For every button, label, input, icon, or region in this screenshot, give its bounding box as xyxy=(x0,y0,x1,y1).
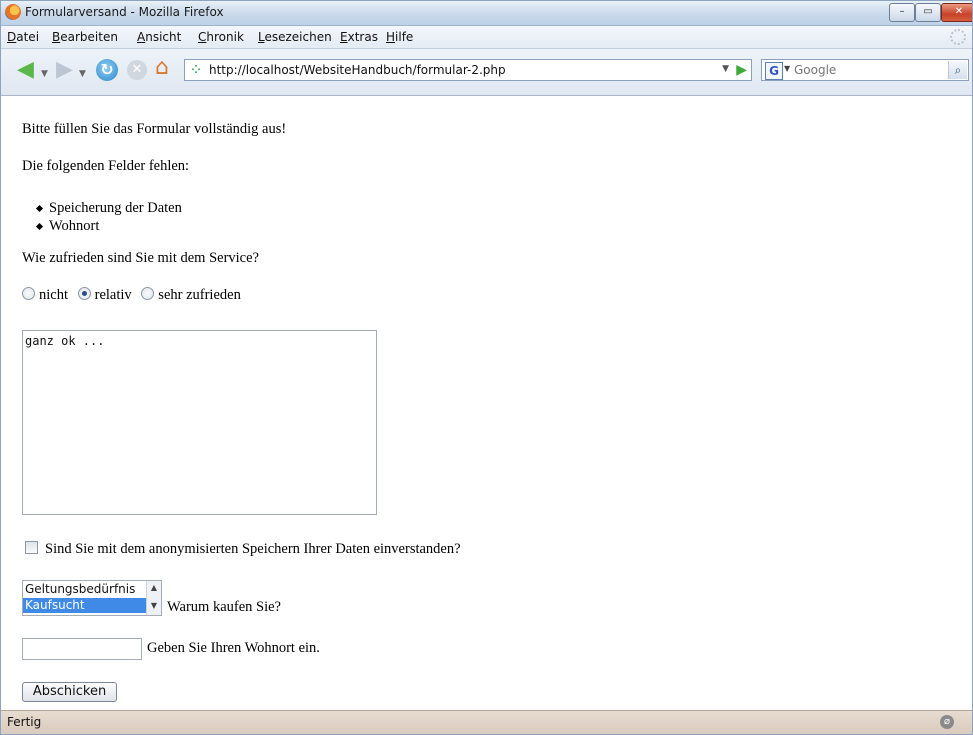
comment-textarea[interactable]: ganz ok ... xyxy=(22,330,377,515)
radio-nicht[interactable] xyxy=(22,287,35,300)
url-text[interactable]: http://localhost/WebsiteHandbuch/formula… xyxy=(209,63,506,77)
reload-icon[interactable]: ↻ xyxy=(96,59,118,81)
search-icon[interactable]: ⌕ xyxy=(948,61,967,79)
status-text: Fertig xyxy=(7,715,42,729)
menu-datei[interactable]: Datei xyxy=(7,30,39,44)
satisfaction-question: Wie zufrieden sind Sie mit dem Service? xyxy=(22,250,259,266)
window-title: Formularversand - Mozilla Firefox xyxy=(25,5,224,19)
maximize-button[interactable]: ▭ xyxy=(915,3,941,22)
title-bar: Formularversand - Mozilla Firefox – ▭ ✕ xyxy=(1,1,972,26)
satisfaction-radio-group: nicht relativ sehr zufrieden xyxy=(22,286,247,304)
reason-label: Warum kaufen Sie? xyxy=(167,599,281,615)
listbox-scrollbar[interactable]: ▲ ▼ xyxy=(146,581,161,615)
radio-label-nicht: nicht xyxy=(39,287,68,303)
close-button[interactable]: ✕ xyxy=(941,3,972,22)
missing-fields-list: Speicherung der Daten Wohnort xyxy=(37,199,182,235)
menu-ansicht[interactable]: Ansicht xyxy=(137,30,181,44)
list-item: Speicherung der Daten xyxy=(37,199,182,217)
search-bar: G ▼ ⌕ xyxy=(761,59,969,81)
radio-sehr-zufrieden[interactable] xyxy=(141,287,155,300)
submit-button[interactable]: Abschicken xyxy=(22,682,117,702)
forward-history-dropdown-icon[interactable]: ▼ xyxy=(79,63,86,85)
search-engine-dropdown-icon[interactable]: ▼ xyxy=(784,64,790,73)
firefox-logo-icon xyxy=(5,4,21,20)
scroll-down-icon[interactable]: ▼ xyxy=(147,601,161,610)
site-favicon-icon: ⁘ xyxy=(189,63,203,77)
go-icon[interactable]: ▶ xyxy=(736,62,747,78)
page-content: Bitte füllen Sie das Formular vollständi… xyxy=(1,96,972,710)
browser-window: Formularversand - Mozilla Firefox – ▭ ✕ … xyxy=(0,0,973,735)
throbber-icon xyxy=(950,29,966,45)
consent-label: Sind Sie mit dem anonymisierten Speicher… xyxy=(45,541,461,557)
menu-bearbeiten[interactable]: Bearbeiten xyxy=(52,30,118,44)
navigation-toolbar: ◀ ▼ ▶ ▼ ↻ ✕ ⌂ ⁘ http://localhost/Website… xyxy=(1,49,972,96)
home-icon[interactable]: ⌂ xyxy=(155,57,169,79)
consent-checkbox[interactable] xyxy=(25,541,38,554)
stop-icon[interactable]: ✕ xyxy=(127,60,147,80)
reason-listbox[interactable]: Geltungsbedürfnis Kaufsucht ▲ ▼ xyxy=(22,580,162,616)
minimize-button[interactable]: – xyxy=(889,3,915,22)
status-bar: Fertig ⌀ xyxy=(1,710,972,734)
consent-row: Sind Sie mit dem anonymisierten Speicher… xyxy=(25,540,461,558)
list-item: Wohnort xyxy=(37,217,182,235)
back-icon[interactable]: ◀ xyxy=(17,59,34,81)
url-history-dropdown-icon[interactable]: ▼ xyxy=(722,64,729,74)
radio-label-sehr-zufrieden: sehr zufrieden xyxy=(158,287,241,303)
listbox-option[interactable]: Geltungsbedürfnis xyxy=(23,582,147,597)
forward-icon[interactable]: ▶ xyxy=(56,59,73,81)
radio-label-relativ: relativ xyxy=(94,287,132,303)
back-history-dropdown-icon[interactable]: ▼ xyxy=(41,63,48,85)
search-engine-icon[interactable]: G xyxy=(765,62,783,80)
scroll-up-icon[interactable]: ▲ xyxy=(147,583,161,592)
city-label: Geben Sie Ihren Wohnort ein. xyxy=(147,640,320,656)
intro-text: Bitte füllen Sie das Formular vollständi… xyxy=(22,121,287,137)
menu-lesezeichen[interactable]: Lesezeichen xyxy=(258,30,332,44)
menu-chronik[interactable]: Chronik xyxy=(198,30,244,44)
search-input[interactable] xyxy=(794,63,934,77)
menu-bar: Datei Bearbeiten Ansicht Chronik Lesezei… xyxy=(1,26,972,49)
listbox-option-selected[interactable]: Kaufsucht xyxy=(23,598,147,613)
radio-relativ[interactable] xyxy=(77,287,91,300)
city-input[interactable] xyxy=(22,638,142,660)
menu-hilfe[interactable]: Hilfe xyxy=(386,30,413,44)
menu-extras[interactable]: Extras xyxy=(340,30,378,44)
security-icon[interactable]: ⌀ xyxy=(940,715,954,729)
missing-fields-heading: Die folgenden Felder fehlen: xyxy=(22,158,190,174)
address-bar[interactable]: ⁘ http://localhost/WebsiteHandbuch/formu… xyxy=(184,59,752,81)
